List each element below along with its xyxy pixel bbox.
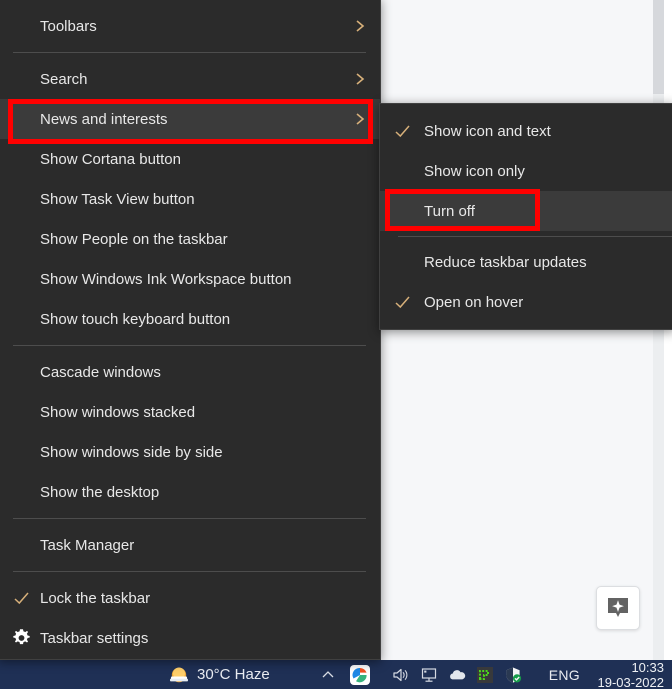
taskbar[interactable]: 30°C Haze ENG 10:33 19-03-2022 [0,660,672,689]
menu-item-label: Show People on the taskbar [40,230,228,248]
system-tray-icons[interactable] [392,660,522,689]
onedrive-cloud-icon[interactable] [448,666,466,684]
menu-item-label: Lock the taskbar [40,589,151,607]
submenu-item-label: Open on hover [424,293,524,311]
menu-item-show-windows-ink-workspace-button[interactable]: Show Windows Ink Workspace button [0,259,380,299]
windows-defender-shield-icon[interactable] [504,666,522,684]
menu-separator [13,571,366,572]
menu-item-show-touch-keyboard-button[interactable]: Show touch keyboard button [0,299,380,339]
menu-item-label: Search [40,70,88,88]
menu-item-toolbars[interactable]: Toolbars [0,6,380,46]
menu-item-label: Show the desktop [40,483,160,501]
window-right-margin [664,0,672,660]
menu-item-task-manager[interactable]: Task Manager [0,525,380,565]
edge-browser-icon[interactable] [350,660,370,689]
submenu-item-label: Turn off [424,202,475,220]
sparkle-badge-icon [605,595,631,621]
menu-item-cascade-windows[interactable]: Cascade windows [0,352,380,392]
menu-item-label: Show touch keyboard button [40,310,231,328]
menu-item-label: Show Windows Ink Workspace button [40,270,292,288]
taskbar-weather-widget[interactable]: 30°C Haze [168,660,270,689]
menu-item-show-the-desktop[interactable]: Show the desktop [0,472,380,512]
gear-icon [12,629,31,648]
chevron-right-icon [353,18,367,34]
menu-item-label: Task Manager [40,536,135,554]
check-icon [394,123,411,140]
menu-item-label: News and interests [40,110,168,128]
weather-text: 30°C Haze [197,666,270,683]
menu-item-show-cortana-button[interactable]: Show Cortana button [0,139,380,179]
menu-item-taskbar-settings[interactable]: Taskbar settings [0,618,380,658]
language-indicator[interactable]: ENG [549,660,580,689]
taskbar-clock[interactable]: 10:33 19-03-2022 [598,660,665,689]
vertical-scrollbar-thumb[interactable] [653,0,664,94]
volume-icon[interactable] [392,666,410,684]
submenu-item-turn-off[interactable]: Turn off [380,191,672,231]
chevron-up-icon [322,670,334,677]
menu-item-label: Show Task View button [40,190,195,208]
taskbar-context-menu[interactable]: Toolbars Search News and interests Show … [0,0,381,660]
check-icon [394,294,411,311]
menu-separator [13,518,366,519]
vertical-scrollbar-track[interactable] [653,0,664,660]
green-app-icon[interactable] [476,666,494,684]
floating-assistant-button[interactable] [596,586,640,630]
news-and-interests-submenu[interactable]: Show icon and text Show icon only Turn o… [379,103,672,330]
menu-item-show-windows-side-by-side[interactable]: Show windows side by side [0,432,380,472]
clock-date: 19-03-2022 [597,674,665,689]
menu-item-label: Cascade windows [40,363,161,381]
screen: 30°C Haze ENG 10:33 19-03-2022 Toolbars … [0,0,672,689]
submenu-item-show-icon-and-text[interactable]: Show icon and text [380,111,672,151]
menu-separator [13,52,366,53]
chevron-right-icon [353,111,367,127]
chevron-right-icon [353,71,367,87]
menu-item-label: Show windows side by side [40,443,223,461]
menu-item-lock-the-taskbar[interactable]: Lock the taskbar [0,578,380,618]
tray-overflow-chevron[interactable] [320,660,336,689]
submenu-item-label: Show icon only [424,162,525,180]
submenu-item-label: Reduce taskbar updates [424,253,587,271]
submenu-item-show-icon-only[interactable]: Show icon only [380,151,672,191]
menu-item-label: Show Cortana button [40,150,181,168]
menu-item-show-windows-stacked[interactable]: Show windows stacked [0,392,380,432]
menu-item-show-task-view-button[interactable]: Show Task View button [0,179,380,219]
menu-item-label: Taskbar settings [40,629,149,647]
network-display-icon[interactable] [420,666,438,684]
menu-item-label: Toolbars [40,17,97,35]
submenu-separator [398,236,672,237]
clock-time: 10:33 [631,659,664,675]
menu-separator [13,345,366,346]
menu-item-label: Show windows stacked [40,403,196,421]
check-icon [13,590,30,607]
submenu-item-reduce-taskbar-updates[interactable]: Reduce taskbar updates [380,242,672,282]
menu-item-search[interactable]: Search [0,59,380,99]
menu-item-show-people-on-the-taskbar[interactable]: Show People on the taskbar [0,219,380,259]
menu-item-news-and-interests[interactable]: News and interests [0,99,380,139]
submenu-item-open-on-hover[interactable]: Open on hover [380,282,672,322]
sun-cloud-icon [168,664,190,686]
submenu-item-label: Show icon and text [424,122,551,140]
